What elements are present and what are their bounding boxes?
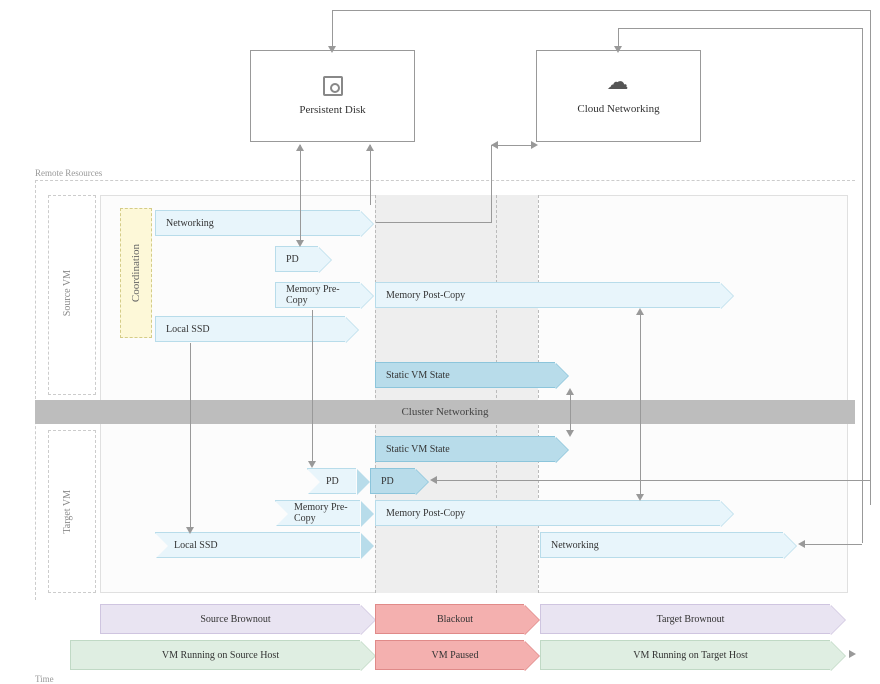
arrow-down-icon — [566, 430, 574, 437]
source-mem-pre-bar: Memory Pre-Copy — [275, 282, 360, 308]
arrow-up-icon — [296, 144, 304, 151]
guide-line — [375, 195, 376, 593]
arrow-down-icon — [614, 46, 622, 53]
connector-line — [491, 145, 492, 223]
connector-line — [300, 145, 301, 245]
arrow-down-icon — [296, 240, 304, 247]
coordination-box: Coordination — [120, 208, 152, 338]
run-source-bar: VM Running on Source Host — [70, 640, 360, 670]
guide-line — [496, 195, 497, 593]
arrow-up-icon — [636, 308, 644, 315]
source-mem-post-bar: Memory Post-Copy — [375, 282, 720, 308]
arrow-left-icon — [430, 476, 437, 484]
arrow-up-icon — [566, 388, 574, 395]
source-vm-label: Source VM — [62, 270, 73, 316]
connector-line — [862, 28, 863, 543]
persistent-disk-label: Persistent Disk — [299, 104, 365, 116]
source-static-state-bar: Static VM State — [375, 362, 555, 388]
connector-line — [312, 310, 313, 465]
target-static-state-bar: Static VM State — [375, 436, 555, 462]
cluster-networking-band: Cluster Networking — [35, 400, 855, 424]
arrow-down-icon — [328, 46, 336, 53]
source-pd-bar: PD — [275, 246, 318, 272]
connector-line — [376, 222, 491, 223]
connector-line — [640, 310, 641, 498]
connector-line — [432, 480, 870, 481]
connector-line — [332, 10, 333, 50]
target-brownout-bar: Target Brownout — [540, 604, 830, 634]
connector-line — [800, 544, 862, 545]
time-label: Time — [35, 674, 54, 684]
connector-line — [190, 343, 191, 531]
target-networking-bar: Networking — [540, 532, 783, 558]
target-vm-label: Target VM — [62, 490, 73, 534]
target-mem-post-bar: Memory Post-Copy — [375, 500, 720, 526]
connector-line — [332, 10, 870, 11]
arrow-down-icon — [308, 461, 316, 468]
connector-line — [618, 28, 862, 29]
target-local-ssd-bar: Local SSD — [155, 532, 360, 558]
paused-bar: VM Paused — [375, 640, 524, 670]
connector-line — [570, 390, 571, 434]
remote-resources-label: Remote Resources — [35, 168, 102, 178]
connector-line — [870, 10, 871, 505]
coordination-label: Coordination — [130, 244, 142, 302]
source-networking-bar: Networking — [155, 210, 360, 236]
arrow-down-icon — [186, 527, 194, 534]
persistent-disk-box: Persistent Disk — [250, 50, 415, 142]
cluster-networking-label: Cluster Networking — [401, 406, 488, 418]
target-mem-pre-bar: Memory Pre-Copy — [275, 500, 360, 526]
cloud-networking-label: Cloud Networking — [577, 103, 659, 115]
arrow-right-icon — [849, 650, 856, 658]
target-pd1-bar: PD — [307, 468, 356, 494]
arrow-up-icon — [366, 144, 374, 151]
arrow-down-icon — [636, 494, 644, 501]
arrow-left-icon — [798, 540, 805, 548]
arrow-right-icon — [531, 141, 538, 149]
disk-icon — [323, 76, 343, 96]
blackout-bar: Blackout — [375, 604, 524, 634]
blackout-shade — [375, 195, 538, 593]
cloud-networking-box: Cloud Networking — [536, 50, 701, 142]
run-target-bar: VM Running on Target Host — [540, 640, 830, 670]
connector-line — [370, 145, 371, 205]
cloud-icon — [605, 77, 633, 95]
target-pd2-bar: PD — [370, 468, 415, 494]
source-brownout-bar: Source Brownout — [100, 604, 360, 634]
guide-line — [538, 195, 539, 593]
source-local-ssd-bar: Local SSD — [155, 316, 345, 342]
arrow-left-icon — [491, 141, 498, 149]
